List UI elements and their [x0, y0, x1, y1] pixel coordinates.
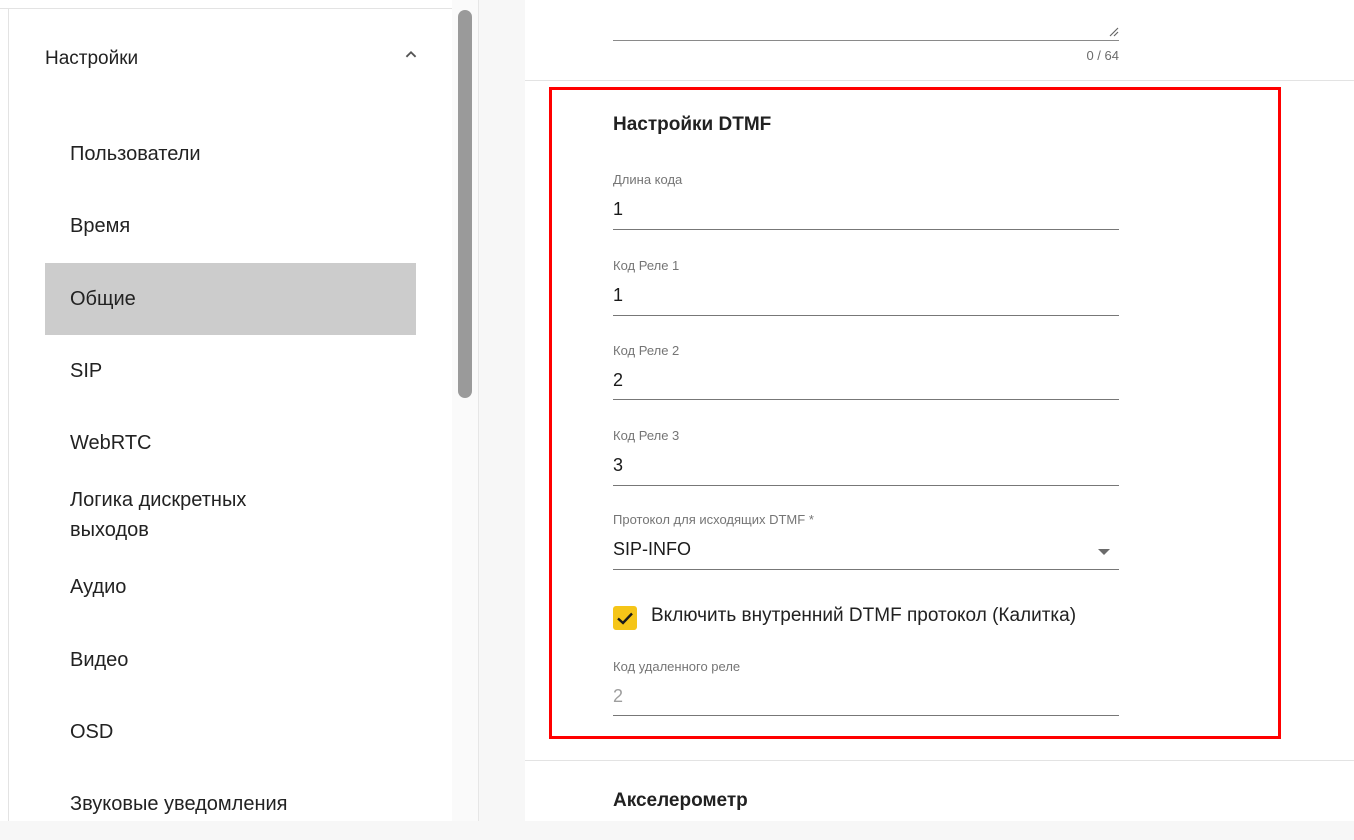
sidebar-item-video[interactable]: Видео	[45, 624, 416, 696]
relay1-code-input[interactable]: 1	[613, 285, 623, 306]
dtmf-section-title: Настройки DTMF	[613, 114, 772, 135]
sidebar-item-label: Время	[70, 215, 131, 237]
dtmf-protocol-value: SIP-INFO	[613, 539, 692, 559]
relay1-code-underline	[613, 315, 1119, 316]
relay3-code-input[interactable]: 3	[613, 455, 623, 476]
code-length-input[interactable]: 1	[613, 199, 623, 220]
remote-relay-code-label: Код удаленного реле	[613, 659, 741, 674]
sidebar-scrollbar-thumb[interactable]	[458, 10, 472, 398]
sidebar-item-time[interactable]: Время	[45, 190, 416, 262]
dtmf-protocol-label: Протокол для исходящих DTMF *	[613, 512, 814, 527]
sidebar: Настройки Пользователи Время Общие SIP W…	[0, 0, 452, 821]
sidebar-item-label: Звуковые уведомления	[70, 793, 288, 815]
section-divider	[525, 80, 1354, 81]
code-length-label: Длина кода	[613, 172, 683, 187]
sidebar-item-osd[interactable]: OSD	[45, 696, 416, 768]
sidebar-item-webrtc[interactable]: WebRTC	[45, 407, 416, 479]
settings-section-header[interactable]: Настройки	[45, 38, 430, 82]
sidebar-item-label: OSD	[70, 721, 114, 743]
sidebar-item-users[interactable]: Пользователи	[45, 118, 416, 190]
accelerometer-section-title: Акселерометр	[613, 790, 748, 811]
sidebar-item-general[interactable]: Общие	[45, 263, 416, 335]
sidebar-item-discrete-outputs[interactable]: Логика дискретных выходов	[45, 479, 416, 551]
sidebar-item-label: WebRTC	[70, 432, 152, 454]
remote-relay-code-input[interactable]: 2	[613, 686, 623, 707]
sidebar-item-sound-notifications[interactable]: Звуковые уведомления	[45, 768, 416, 840]
resize-handle-icon[interactable]	[1107, 25, 1119, 37]
relay2-code-input[interactable]: 2	[613, 370, 623, 391]
sidebar-item-label: Видео	[70, 649, 129, 671]
relay1-code-label: Код Реле 1	[613, 258, 680, 273]
sidebar-left-border	[8, 8, 9, 821]
dtmf-protocol-select[interactable]: SIP-INFO	[613, 535, 1119, 569]
sidebar-item-label: Логика дискретных выходов	[70, 489, 247, 541]
sidebar-item-sip[interactable]: SIP	[45, 335, 416, 407]
internal-dtmf-checkbox[interactable]	[613, 606, 637, 630]
internal-dtmf-checkbox-label[interactable]: Включить внутренний DTMF протокол (Калит…	[651, 605, 1076, 627]
relay3-code-label: Код Реле 3	[613, 428, 680, 443]
dropdown-arrow-icon	[1098, 549, 1110, 555]
textarea-underline[interactable]	[613, 40, 1119, 41]
sidebar-item-label: Общие	[70, 288, 136, 310]
sidebar-item-label: Пользователи	[70, 143, 201, 165]
sidebar-item-label: Аудио	[70, 576, 127, 598]
dtmf-protocol-underline	[613, 569, 1119, 570]
settings-section-title: Настройки	[45, 48, 139, 69]
chevron-up-icon	[405, 50, 417, 58]
sidebar-item-label: SIP	[70, 360, 103, 382]
relay2-code-label: Код Реле 2	[613, 343, 680, 358]
remote-relay-code-underline	[613, 715, 1119, 716]
char-counter: 0 / 64	[1086, 48, 1119, 63]
relay3-code-underline	[613, 485, 1119, 486]
sidebar-item-audio[interactable]: Аудио	[45, 551, 416, 623]
sidebar-top-border	[0, 8, 452, 9]
checkmark-icon	[617, 612, 633, 625]
relay2-code-underline	[613, 399, 1119, 400]
code-length-underline	[613, 229, 1119, 230]
